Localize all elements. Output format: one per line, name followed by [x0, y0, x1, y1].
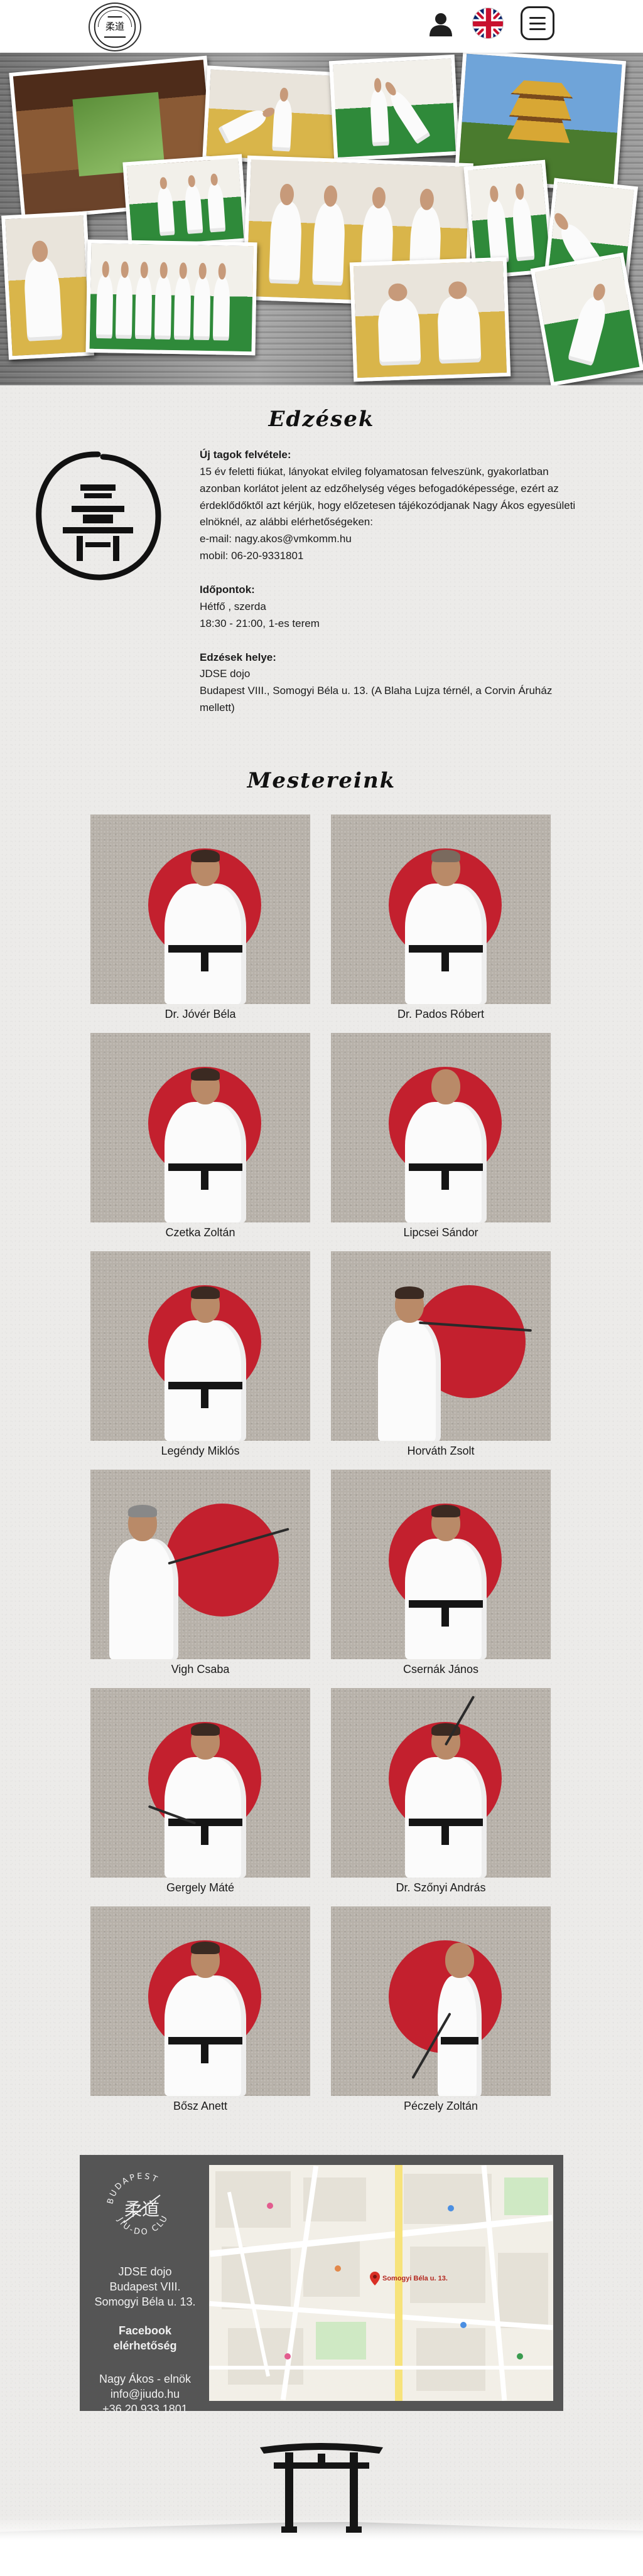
master-photo [331, 1906, 551, 2096]
location-map[interactable]: Somogyi Béla u. 13. [209, 2165, 553, 2401]
master-name: Horváth Zsolt [407, 1445, 475, 1457]
master-photo [90, 815, 310, 1004]
master-photo [90, 1906, 310, 2096]
master-photo [331, 1470, 551, 1659]
master-name: Czetka Zoltán [165, 1226, 235, 1239]
svg-text:柔道: 柔道 [105, 21, 124, 33]
hero-photo-collage [0, 53, 643, 385]
contact-email[interactable]: e-mail: nagy.akos@vmkomm.hu [200, 531, 576, 548]
master-name: Vigh Csaba [171, 1663, 230, 1675]
menu-line-icon [529, 22, 546, 24]
master-name: Csernák János [403, 1663, 479, 1675]
master-name: Lipcsei Sándor [403, 1226, 478, 1239]
footer-info: JDSE dojo Budapest VIII. Somogyi Béla u.… [89, 2264, 202, 2417]
hero-photo [328, 54, 460, 162]
torii-gate-icon [260, 2440, 383, 2533]
training-section-title: Edzések [268, 407, 375, 432]
club-emblem-icon: 柔道 [94, 6, 136, 48]
schedule-label: Időpontok: [200, 584, 255, 596]
master-photo [90, 1033, 310, 1222]
master-photo [331, 1688, 551, 1878]
footer-contact-name: Nagy Ákos - elnök [99, 2372, 192, 2385]
master-photo [90, 1251, 310, 1441]
master-photo [90, 1688, 310, 1878]
master-name: Dr. Szőnyi András [396, 1881, 486, 1894]
location-name: JDSE dojo [200, 668, 251, 680]
location-address: Budapest VIII., Somogyi Béla u. 13. (A B… [200, 685, 553, 714]
menu-line-icon [529, 16, 546, 19]
site-header: 柔道 [0, 0, 643, 53]
hero-photo [1, 211, 94, 360]
master-photo [331, 815, 551, 1004]
footer-contact-box: BUDAPEST JIU-DO CLUB 柔道 JDSE dojo Budape… [80, 2155, 563, 2415]
hero-photo [349, 257, 511, 382]
master-name: Bősz Anett [173, 2100, 228, 2112]
master-name: Dr. Jóvér Béla [165, 1008, 236, 1020]
new-members-label: Új tagok felvétele: [200, 449, 291, 461]
facebook-link[interactable]: Facebook elérhetőség [89, 2323, 202, 2353]
master-name: Gergely Máté [166, 1881, 235, 1894]
uk-flag-language-icon[interactable] [472, 8, 504, 39]
training-info: Új tagok felvétele: 15 év feletti fiúkat… [200, 447, 576, 717]
site-logo[interactable]: 柔道 [89, 3, 141, 51]
schedule-days: Hétfő , szerda [200, 600, 266, 612]
master-photo [90, 1470, 310, 1659]
hero-photo [202, 65, 345, 167]
footer-address-line: JDSE dojo [118, 2265, 172, 2278]
footer-address-line: Somogyi Béla u. 13. [94, 2295, 196, 2309]
schedule-time: 18:30 - 21:00, 1-es terem [200, 617, 320, 629]
menu-line-icon [529, 28, 546, 30]
master-name: Legéndy Miklós [161, 1445, 240, 1457]
hamburger-menu-button[interactable] [521, 6, 554, 40]
hero-photo [530, 252, 643, 385]
masters-section-title: Mestereink [247, 768, 396, 793]
new-members-text: 15 év feletti fiúkat, lányokat elvileg f… [200, 465, 576, 528]
dojo-gate-emblem-icon [33, 447, 163, 584]
footer-contact-email[interactable]: info@jiudo.hu [89, 2386, 202, 2402]
contact-mobile[interactable]: mobil: 06-20-9331801 [200, 548, 576, 565]
master-photo [331, 1033, 551, 1222]
map-pin-label: Somogyi Béla u. 13. [382, 2275, 448, 2282]
map-pin-icon [370, 2272, 380, 2285]
footer-address-line: Budapest VIII. [109, 2280, 181, 2294]
hero-photo [122, 154, 248, 250]
master-name: Dr. Pados Róbert [397, 1008, 485, 1020]
hero-photo [85, 239, 257, 356]
master-photo [331, 1251, 551, 1441]
footer-contact-phone[interactable]: +36 20 933 1801 [89, 2402, 202, 2417]
club-circular-logo-icon: BUDAPEST JIU-DO CLUB 柔道 [97, 2161, 183, 2249]
master-name: Péczely Zoltán [403, 2100, 478, 2112]
user-account-icon[interactable] [427, 10, 455, 38]
location-label: Edzések helye: [200, 651, 276, 663]
